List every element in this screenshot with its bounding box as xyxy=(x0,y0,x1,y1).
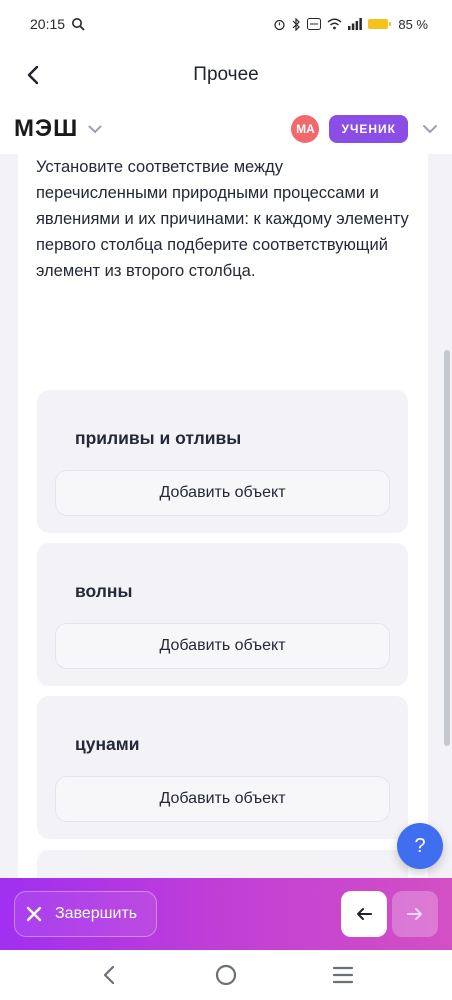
action-bar: Завершить xyxy=(0,878,452,950)
brand-logo: МЭШ xyxy=(14,115,79,142)
nav-back-icon xyxy=(103,965,114,985)
system-menu-button[interactable] xyxy=(323,955,363,995)
app-header: Прочее xyxy=(0,48,452,102)
status-bar: 20:15 85 % xyxy=(0,0,452,48)
help-button[interactable]: ? xyxy=(397,823,443,869)
match-item-title: приливы и отливы xyxy=(75,428,242,448)
match-item-partial xyxy=(37,850,408,878)
system-nav-bar xyxy=(0,950,452,1000)
match-item-title: волны xyxy=(75,581,133,601)
avatar[interactable]: МА xyxy=(291,115,320,143)
match-item: цунами Добавить объект xyxy=(37,696,408,839)
system-back-button[interactable] xyxy=(89,955,129,995)
match-item: приливы и отливы Добавить объект xyxy=(37,390,408,533)
finish-label: Завершить xyxy=(55,905,138,922)
nav-home-icon xyxy=(215,964,237,986)
scrollbar[interactable] xyxy=(444,350,450,746)
status-time: 20:15 xyxy=(30,16,66,32)
previous-button[interactable] xyxy=(341,891,387,937)
search-icon xyxy=(72,18,85,31)
role-badge[interactable]: УЧЕНИК xyxy=(329,115,408,143)
wifi-icon xyxy=(327,18,342,30)
finish-button[interactable]: Завершить xyxy=(14,891,157,937)
content-area[interactable]: Установите соответствие между перечислен… xyxy=(0,154,452,878)
nav-menu-icon xyxy=(333,966,354,984)
chevron-down-icon xyxy=(88,125,102,133)
back-button[interactable] xyxy=(18,60,48,90)
chevron-down-icon[interactable] xyxy=(422,124,438,134)
arrow-left-icon xyxy=(357,908,372,920)
add-object-button[interactable]: Добавить объект xyxy=(55,776,390,822)
alarm-icon xyxy=(274,19,286,30)
next-button[interactable] xyxy=(392,891,438,937)
chevron-left-icon xyxy=(27,65,39,85)
match-item: волны Добавить объект xyxy=(37,543,408,686)
bluetooth-icon xyxy=(292,17,301,31)
add-object-button[interactable]: Добавить объект xyxy=(55,623,390,669)
brand-switcher[interactable]: МЭШ xyxy=(14,115,102,143)
volte-icon xyxy=(307,18,322,30)
add-object-button[interactable]: Добавить объект xyxy=(55,470,390,516)
page-title: Прочее xyxy=(193,64,259,85)
brand-row: МЭШ МА УЧЕНИК xyxy=(0,104,452,154)
system-home-button[interactable] xyxy=(206,955,246,995)
match-item-title: цунами xyxy=(75,734,140,754)
signal-icon xyxy=(348,18,363,30)
battery-icon xyxy=(368,19,392,29)
battery-percent: 85 % xyxy=(398,16,428,32)
arrow-right-icon xyxy=(407,908,422,920)
close-icon xyxy=(26,906,42,922)
question-text: Установите соответствие между перечислен… xyxy=(36,158,409,280)
